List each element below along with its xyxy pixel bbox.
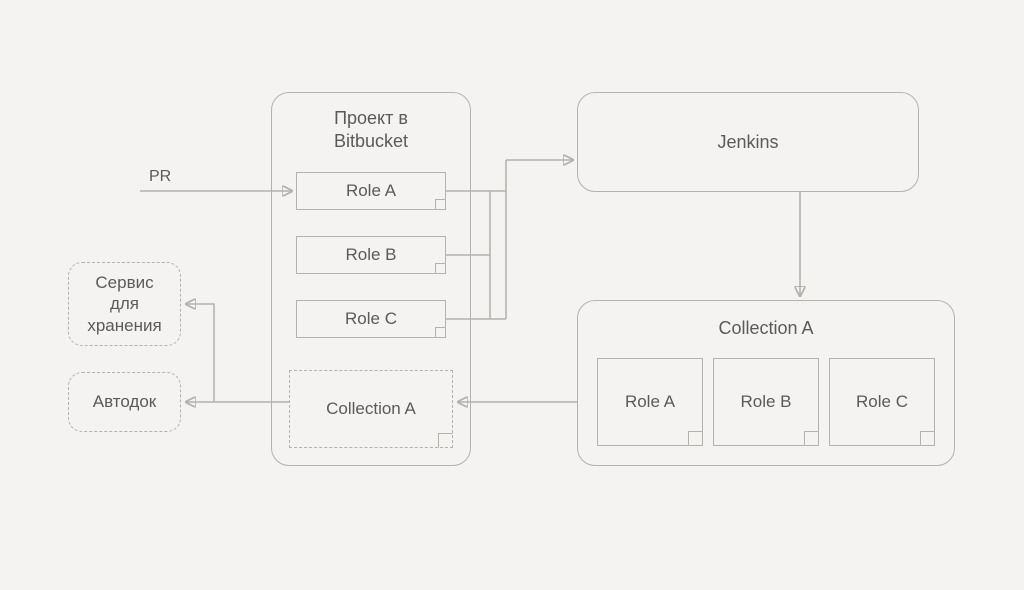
diagram-stage: Проект в Bitbucket Role A Role B Role C … — [0, 0, 1024, 590]
collection-role-c-label: Role C — [856, 392, 908, 412]
storage-line3: хранения — [87, 316, 161, 335]
bitbucket-role-b-label: Role B — [345, 245, 396, 265]
bitbucket-collection: Collection A — [289, 370, 453, 448]
collection-title: Collection A — [578, 317, 954, 340]
storage-box: Сервис для хранения — [68, 262, 181, 346]
bitbucket-title-line2: Bitbucket — [334, 131, 408, 151]
bitbucket-role-a-label: Role A — [346, 181, 396, 201]
autodoc-label: Автодок — [93, 391, 156, 412]
jenkins-box: Jenkins — [577, 92, 919, 192]
jenkins-label: Jenkins — [717, 131, 778, 154]
collection-role-b-label: Role B — [740, 392, 791, 412]
storage-label: Сервис для хранения — [87, 272, 161, 336]
pr-label: PR — [149, 168, 171, 186]
bitbucket-role-a: Role A — [296, 172, 446, 210]
bitbucket-title-line1: Проект в — [334, 108, 408, 128]
collection-role-b: Role B — [713, 358, 819, 446]
bitbucket-role-b: Role B — [296, 236, 446, 274]
bitbucket-role-c: Role C — [296, 300, 446, 338]
storage-line2: для — [110, 294, 139, 313]
bitbucket-title: Проект в Bitbucket — [272, 107, 470, 152]
collection-role-a-label: Role A — [625, 392, 675, 412]
autodoc-box: Автодок — [68, 372, 181, 432]
pr-label-text: PR — [149, 168, 171, 185]
bitbucket-role-c-label: Role C — [345, 309, 397, 329]
storage-line1: Сервис — [95, 273, 153, 292]
bitbucket-collection-label: Collection A — [326, 399, 416, 419]
collection-role-a: Role A — [597, 358, 703, 446]
collection-role-c: Role C — [829, 358, 935, 446]
collection-title-label: Collection A — [718, 318, 813, 338]
